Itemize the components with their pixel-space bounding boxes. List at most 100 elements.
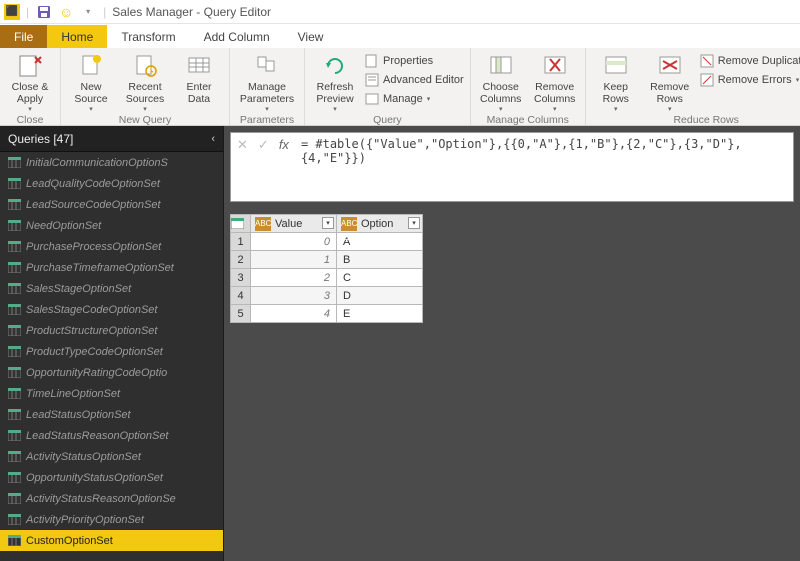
save-icon — [37, 5, 51, 19]
table-icon — [8, 430, 21, 441]
ribbon-group-label: Close — [6, 113, 54, 126]
save-button[interactable] — [35, 3, 53, 21]
table-row[interactable]: 21B — [231, 251, 423, 269]
column-dropdown-icon[interactable]: ▾ — [408, 217, 420, 229]
cell-option[interactable]: C — [337, 269, 423, 287]
query-item[interactable]: SalesStageCodeOptionSet — [0, 299, 223, 320]
remove-columns-button[interactable]: Remove Columns ▾ — [531, 50, 579, 113]
formula-cancel-icon[interactable]: ✕ — [237, 137, 248, 153]
table-icon — [8, 304, 21, 315]
remove-duplicates-button[interactable]: Remove Duplicates▾ — [700, 52, 800, 70]
query-item[interactable]: LeadStatusOptionSet — [0, 404, 223, 425]
query-item[interactable]: PurchaseProcessOptionSet — [0, 236, 223, 257]
row-header[interactable]: 5 — [231, 305, 251, 323]
manage-button[interactable]: Manage▾ — [365, 90, 464, 108]
row-header[interactable]: 4 — [231, 287, 251, 305]
close-apply-button[interactable]: Close & Apply ▾ — [6, 50, 54, 113]
table-row[interactable]: 32C — [231, 269, 423, 287]
formula-commit-icon[interactable]: ✓ — [258, 137, 269, 153]
column-dropdown-icon[interactable]: ▾ — [322, 217, 334, 229]
query-item[interactable]: LeadStatusReasonOptionSet — [0, 425, 223, 446]
query-item[interactable]: OpportunityRatingCodeOptio — [0, 362, 223, 383]
row-header[interactable]: 1 — [231, 233, 251, 251]
tab-file[interactable]: File — [0, 25, 47, 48]
formula-fx-icon[interactable]: fx — [279, 137, 289, 152]
query-item[interactable]: LeadSourceCodeOptionSet — [0, 194, 223, 215]
ribbon-group-parameters: Manage Parameters ▾ Parameters — [230, 48, 305, 125]
cell-value[interactable]: 3 — [251, 287, 337, 305]
tab-view[interactable]: View — [284, 25, 338, 48]
chevron-down-icon: ▾ — [333, 105, 337, 113]
query-item[interactable]: PurchaseTimeframeOptionSet — [0, 257, 223, 278]
chevron-left-icon[interactable]: ‹ — [211, 133, 215, 145]
properties-button[interactable]: Properties — [365, 52, 464, 70]
remove-errors-label: Remove Errors — [718, 74, 792, 86]
table-corner-button[interactable] — [231, 215, 251, 233]
feedback-smile-icon[interactable]: ☺ — [57, 3, 75, 21]
remove-errors-button[interactable]: Remove Errors▾ — [700, 71, 800, 89]
remove-errors-icon — [700, 73, 714, 87]
query-item[interactable]: NeedOptionSet — [0, 215, 223, 236]
row-header[interactable]: 2 — [231, 251, 251, 269]
keep-rows-button[interactable]: Keep Rows ▾ — [592, 50, 640, 113]
query-item[interactable]: SalesStageOptionSet — [0, 278, 223, 299]
qat-dropdown-icon[interactable]: ▾ — [79, 3, 97, 21]
table-icon — [8, 157, 21, 168]
manage-parameters-button[interactable]: Manage Parameters ▾ — [236, 50, 298, 113]
ribbon-group-label: Query — [311, 113, 464, 126]
chevron-down-icon: ▾ — [499, 105, 503, 113]
tab-home[interactable]: Home — [47, 25, 107, 48]
recent-sources-button[interactable]: Recent Sources ▾ — [121, 50, 169, 113]
query-item[interactable]: ActivityPriorityOptionSet — [0, 509, 223, 530]
query-item[interactable]: CustomOptionSet — [0, 530, 223, 551]
separator-icon: | — [26, 5, 29, 19]
advanced-editor-button[interactable]: Advanced Editor — [365, 71, 464, 89]
app-icon: ⬛ — [4, 4, 20, 20]
cell-value[interactable]: 2 — [251, 269, 337, 287]
cell-option[interactable]: D — [337, 287, 423, 305]
cell-value[interactable]: 4 — [251, 305, 337, 323]
query-item-label: SalesStageCodeOptionSet — [26, 304, 157, 316]
table-icon — [8, 241, 21, 252]
query-item[interactable]: TimeLineOptionSet — [0, 383, 223, 404]
choose-columns-button[interactable]: Choose Columns ▾ — [477, 50, 525, 113]
query-item-label: ProductStructureOptionSet — [26, 325, 157, 337]
cell-value[interactable]: 1 — [251, 251, 337, 269]
query-item[interactable]: LeadQualityCodeOptionSet — [0, 173, 223, 194]
refresh-preview-button[interactable]: Refresh Preview ▾ — [311, 50, 359, 113]
query-item[interactable]: OpportunityStatusOptionSet — [0, 467, 223, 488]
ribbon-group-close: Close & Apply ▾ Close — [0, 48, 61, 125]
enter-data-button[interactable]: Enter Data — [175, 50, 223, 105]
manage-icon — [365, 92, 379, 106]
queries-header[interactable]: Queries [47] ‹ — [0, 126, 223, 152]
query-item[interactable]: InitialCommunicationOptionS — [0, 152, 223, 173]
cell-option[interactable]: E — [337, 305, 423, 323]
properties-label: Properties — [383, 55, 433, 67]
column-header-value[interactable]: ABC 123Value ▾ — [251, 215, 337, 233]
refresh-icon — [321, 52, 349, 80]
table-row[interactable]: 43D — [231, 287, 423, 305]
query-item[interactable]: ProductTypeCodeOptionSet — [0, 341, 223, 362]
column-name: Value — [275, 217, 302, 229]
query-item-label: NeedOptionSet — [26, 220, 101, 232]
row-header[interactable]: 3 — [231, 269, 251, 287]
remove-rows-icon — [656, 52, 684, 80]
body: Queries [47] ‹ InitialCommunicationOptio… — [0, 126, 800, 561]
tab-transform[interactable]: Transform — [107, 25, 189, 48]
remove-rows-button[interactable]: Remove Rows ▾ — [646, 50, 694, 113]
column-header-option[interactable]: ABC 123Option ▾ — [337, 215, 423, 233]
recent-sources-label: Recent Sources — [121, 82, 169, 105]
table-row[interactable]: 54E — [231, 305, 423, 323]
separator-icon: | — [103, 5, 106, 19]
query-item[interactable]: ActivityStatusReasonOptionSe — [0, 488, 223, 509]
close-apply-label: Close & Apply — [6, 82, 54, 105]
formula-text[interactable]: = #table({"Value","Option"},{{0,"A"},{1,… — [295, 133, 793, 201]
query-item[interactable]: ActivityStatusOptionSet — [0, 446, 223, 467]
new-source-button[interactable]: New Source ▾ — [67, 50, 115, 113]
recent-sources-icon — [131, 52, 159, 80]
ribbon-tabs: File Home Transform Add Column View — [0, 24, 800, 48]
query-item[interactable]: ProductStructureOptionSet — [0, 320, 223, 341]
cell-option[interactable]: B — [337, 251, 423, 269]
tab-add-column[interactable]: Add Column — [190, 25, 284, 48]
choose-columns-label: Choose Columns — [477, 82, 525, 105]
